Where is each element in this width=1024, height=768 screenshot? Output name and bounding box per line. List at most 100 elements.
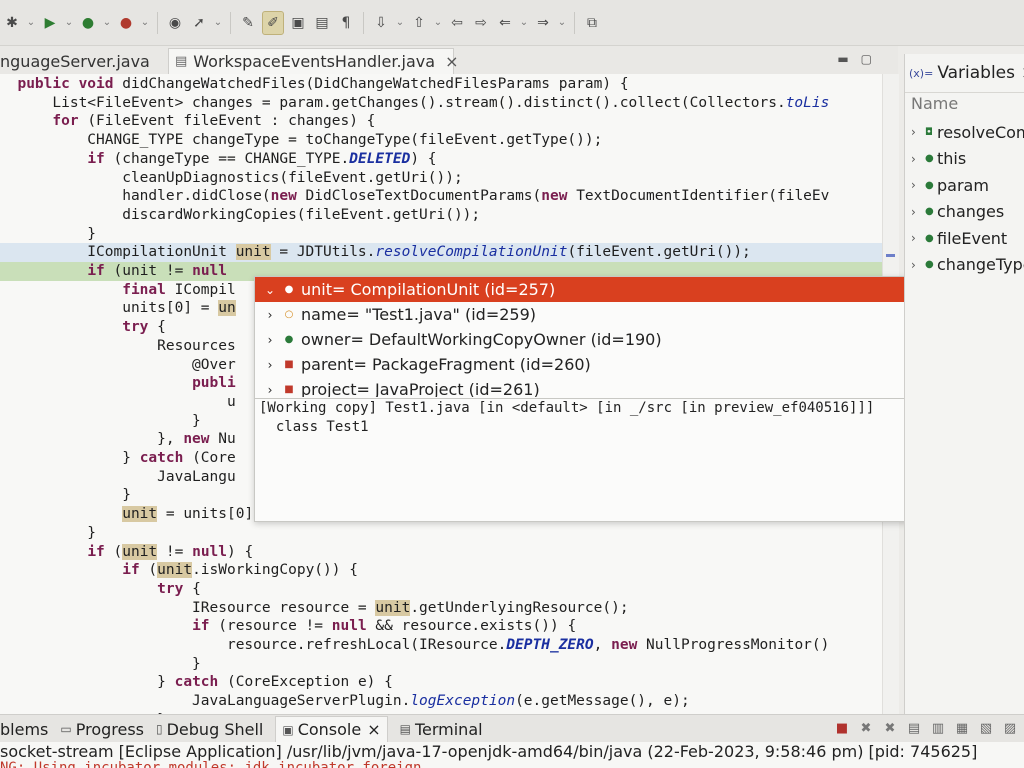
- tab-console[interactable]: ▣ Console ×: [275, 715, 388, 743]
- chevron-right-icon[interactable]: ›: [259, 358, 281, 372]
- tab-variables[interactable]: (x)= Variables ×: [905, 54, 1024, 93]
- variable-tree[interactable]: ⌄ ● unit= CompilationUnit (id=257) › ○ name= …: [255, 277, 993, 397]
- forward-icon[interactable]: ⇒: [533, 12, 553, 34]
- minimize-maximize-icons[interactable]: ▬▢: [837, 52, 884, 66]
- code-line[interactable]: if (unit != null) {: [0, 543, 890, 562]
- chevron-right-icon[interactable]: ›: [911, 125, 925, 139]
- chevron-down-icon[interactable]: ⌄: [64, 12, 74, 34]
- forward-edit-icon[interactable]: ⇨: [471, 12, 491, 34]
- tree-node[interactable]: › ● owner= DefaultWorkingCopyOwner (id=190…: [255, 327, 993, 352]
- tab-progress[interactable]: ▭ Progress: [60, 720, 144, 739]
- code-line[interactable]: }: [0, 225, 890, 244]
- show-whitespace-icon[interactable]: ▤: [312, 12, 332, 34]
- chevron-right-icon[interactable]: ›: [911, 178, 925, 192]
- code-line[interactable]: resource.refreshLocal(IResource.DEPTH_ZE…: [0, 636, 890, 655]
- code-line[interactable]: if (resource != null && resource.exists(…: [0, 617, 890, 636]
- chevron-down-icon[interactable]: ⌄: [519, 12, 529, 34]
- chevron-right-icon[interactable]: ›: [911, 205, 925, 219]
- chevron-right-icon[interactable]: ›: [911, 152, 925, 166]
- code-line[interactable]: List<FileEvent> changes = param.getChang…: [0, 94, 890, 113]
- tab-debug-shell[interactable]: ▯ Debug Shell: [156, 720, 263, 739]
- rocket-icon[interactable]: ➚: [189, 12, 209, 34]
- word-wrap-icon[interactable]: ▦: [954, 721, 970, 736]
- code-line[interactable]: for (FileEvent fileEvent : changes) {: [0, 112, 890, 131]
- chevron-down-icon[interactable]: ⌄: [557, 12, 567, 34]
- tree-node-label: project= JavaProject (id=261): [301, 380, 540, 397]
- code-line[interactable]: if (changeType == CHANGE_TYPE.DELETED) {: [0, 150, 890, 169]
- code-line[interactable]: try {: [0, 580, 890, 599]
- console-toolbar: ■ ✖ ✖ ▤ ▥ ▦ ▧ ▨: [834, 721, 1018, 736]
- code-line[interactable]: ICompilationUnit unit = JDTUtils.resolve…: [0, 243, 890, 263]
- variable-row[interactable]: › ◘ resolveCom: [911, 120, 1024, 144]
- close-icon[interactable]: ×: [445, 52, 458, 71]
- code-line[interactable]: IResource resource = unit.getUnderlyingR…: [0, 599, 890, 618]
- chevron-down-icon[interactable]: ⌄: [102, 12, 112, 34]
- chevron-down-icon[interactable]: ⌄: [433, 12, 443, 34]
- chevron-right-icon[interactable]: ›: [259, 308, 281, 322]
- console-output[interactable]: socket-stream [Eclipse Application] /usr…: [0, 742, 1024, 768]
- code-occurrence: unit: [122, 543, 158, 560]
- clear-console-icon[interactable]: ▤: [906, 721, 922, 736]
- prev-annotation-icon[interactable]: ⇧: [409, 12, 429, 34]
- code-line[interactable]: } catch (CoreException e) {: [0, 673, 890, 692]
- code-line[interactable]: handler.didClose(new DidCloseTextDocumen…: [0, 187, 890, 206]
- chevron-down-icon[interactable]: ⌄: [140, 12, 150, 34]
- next-annotation-icon[interactable]: ⇩: [371, 12, 391, 34]
- paragraph-icon[interactable]: ¶: [336, 12, 356, 34]
- tree-node[interactable]: › ■ project= JavaProject (id=261): [255, 377, 993, 397]
- chevron-down-icon[interactable]: ⌄: [213, 12, 223, 34]
- display-console-icon[interactable]: ▨: [1002, 721, 1018, 736]
- chevron-right-icon[interactable]: ›: [259, 333, 281, 347]
- last-edit-icon[interactable]: ⇦: [447, 12, 467, 34]
- highlight-icon[interactable]: ✐: [262, 10, 284, 35]
- debug-icon[interactable]: ✱: [2, 12, 22, 34]
- inspect-hover-popup[interactable]: ⌄ ● unit= CompilationUnit (id=257) › ○ name= …: [254, 276, 994, 522]
- occurrence-marker[interactable]: [886, 254, 895, 257]
- code-line[interactable]: if (unit.isWorkingCopy()) {: [0, 561, 890, 580]
- tab-problems[interactable]: blems: [0, 720, 48, 739]
- variable-row[interactable]: › ● this: [911, 147, 966, 171]
- chevron-right-icon[interactable]: ›: [911, 258, 925, 272]
- code-line[interactable]: }: [0, 655, 890, 674]
- remove-launch-icon[interactable]: ✖: [858, 721, 874, 736]
- tab-workspaceeventshandler[interactable]: ▤ WorkspaceEventsHandler.java ×: [168, 48, 458, 74]
- variable-row[interactable]: › ● changes: [911, 200, 1004, 224]
- scroll-lock-icon[interactable]: ▥: [930, 721, 946, 736]
- open-perspective-icon[interactable]: ◉: [165, 12, 185, 34]
- toolbar-separator: [230, 11, 231, 34]
- tree-node[interactable]: › ○ name= "Test1.java" (id=259): [255, 302, 993, 327]
- close-icon[interactable]: ×: [367, 720, 380, 739]
- open-task-icon[interactable]: ⧉: [582, 12, 602, 34]
- chevron-right-icon[interactable]: ›: [911, 231, 925, 245]
- external-tools-icon[interactable]: ●: [116, 12, 136, 34]
- terminate-icon[interactable]: ■: [834, 721, 850, 736]
- chevron-right-icon[interactable]: ›: [259, 383, 281, 397]
- variable-row[interactable]: › ● fileEvent: [911, 226, 1007, 250]
- variable-row[interactable]: › ● changeType: [911, 253, 1024, 277]
- code-text: @Over: [0, 356, 236, 373]
- code-line[interactable]: CHANGE_TYPE changeType = toChangeType(fi…: [0, 131, 890, 150]
- variable-row[interactable]: › ● param: [911, 173, 989, 197]
- remove-all-icon[interactable]: ✖: [882, 721, 898, 736]
- tab-terminal[interactable]: ▤ Terminal: [400, 720, 483, 739]
- run-icon[interactable]: ▶: [40, 12, 60, 34]
- chevron-down-icon[interactable]: ⌄: [395, 12, 405, 34]
- chevron-down-icon[interactable]: ⌄: [26, 12, 36, 34]
- code-line[interactable]: discardWorkingCopies(fileEvent.getUri())…: [0, 206, 890, 225]
- chevron-down-icon[interactable]: ⌄: [259, 283, 281, 297]
- pin-console-icon[interactable]: ▧: [978, 721, 994, 736]
- tree-node[interactable]: › ■ parent= PackageFragment (id=260): [255, 352, 993, 377]
- code-line[interactable]: JavaLanguageServerPlugin.logException(e.…: [0, 692, 890, 711]
- code-line[interactable]: }: [0, 524, 890, 543]
- code-static-method: logException: [410, 693, 516, 710]
- run-config-icon[interactable]: ●: [78, 12, 98, 34]
- tab-languageserver[interactable]: nguageServer.java: [0, 48, 150, 74]
- back-icon[interactable]: ⇐: [495, 12, 515, 34]
- block-select-icon[interactable]: ▣: [288, 12, 308, 34]
- code-line[interactable]: public void didChangeWatchedFiles(DidCha…: [0, 75, 890, 94]
- pin-icon[interactable]: ✎: [238, 12, 258, 34]
- code-line[interactable]: cleanUpDiagnostics(fileEvent.getUri());: [0, 169, 890, 188]
- tree-node[interactable]: ⌄ ● unit= CompilationUnit (id=257): [255, 277, 993, 302]
